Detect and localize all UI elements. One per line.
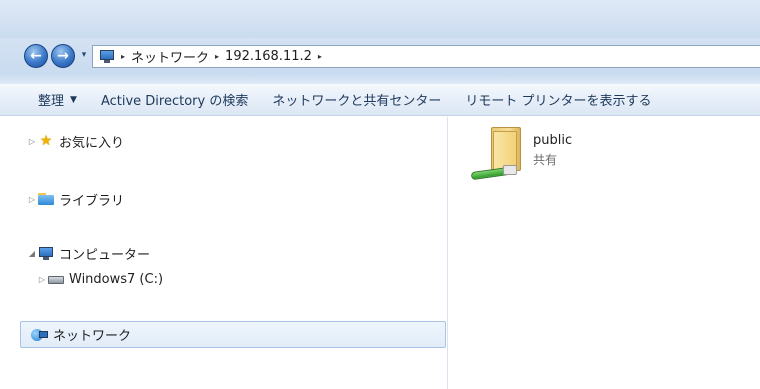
toolbar-spacer	[0, 74, 760, 84]
nav-item-label: ネットワーク	[53, 329, 132, 344]
nav-item-drive-c[interactable]: ▷ Windows7 (C:)	[37, 268, 163, 290]
network-icon	[31, 327, 49, 343]
nav-item-network[interactable]: ネットワーク	[20, 321, 446, 348]
breadcrumb-network[interactable]: ネットワーク	[131, 47, 209, 66]
computer-icon	[99, 50, 115, 63]
address-bar[interactable]: ▸ ネットワーク ▸ 192.168.11.2 ▸	[92, 45, 760, 68]
breadcrumb-separator-icon[interactable]: ▸	[215, 52, 219, 61]
folder-type: 共有	[533, 153, 558, 167]
network-center-label: ネットワークと共有センター	[272, 94, 442, 109]
computer-icon	[37, 245, 55, 261]
view-remote-printers-button[interactable]: リモート プリンターを表示する	[453, 84, 663, 116]
star-icon: ★	[39, 133, 53, 149]
active-directory-search-button[interactable]: Active Directory の検索	[89, 84, 260, 116]
nav-item-label: お気に入り	[59, 135, 125, 151]
address-row: ← → ▾ ▸ ネットワーク ▸ 192.168.11.2 ▸	[0, 38, 760, 74]
nav-item-computer[interactable]: ◢ コンピューター	[27, 242, 150, 264]
back-button[interactable]: ←	[24, 44, 48, 68]
command-bar: 整理 ▼ Active Directory の検索 ネットワークと共有センター …	[0, 84, 760, 116]
breadcrumb-separator-icon[interactable]: ▸	[318, 52, 322, 61]
chevron-down-icon: ▾	[81, 50, 87, 60]
folder-item-public[interactable]: public 共有	[470, 125, 611, 185]
breadcrumb-host[interactable]: 192.168.11.2	[225, 49, 312, 64]
organize-label: 整理	[38, 94, 65, 109]
window-titlebar	[0, 0, 760, 38]
nav-item-label: ライブラリ	[59, 193, 125, 209]
breadcrumb-separator-icon[interactable]: ▸	[121, 52, 125, 61]
organize-button[interactable]: 整理 ▼	[26, 84, 89, 116]
expand-arrow-icon[interactable]: ▷	[27, 195, 37, 204]
nav-item-libraries[interactable]: ▷ ライブラリ	[27, 188, 124, 210]
content-pane: public 共有	[449, 117, 760, 389]
folder-name: public	[533, 133, 573, 148]
collapse-arrow-icon[interactable]: ◢	[27, 249, 37, 258]
chevron-down-icon: ▼	[70, 94, 77, 105]
forward-arrow-icon: →	[57, 48, 69, 64]
network-sharing-center-button[interactable]: ネットワークと共有センター	[260, 84, 453, 116]
nav-item-label: Windows7 (C:)	[69, 271, 164, 287]
navigation-pane: ▷ ★ お気に入り ▷ ライブラリ ◢ コンピューター ▷ Windows7 (…	[0, 117, 448, 389]
back-arrow-icon: ←	[30, 48, 42, 64]
shared-folder-icon	[470, 125, 525, 185]
forward-button[interactable]: →	[51, 44, 75, 68]
remote-printers-label: リモート プリンターを表示する	[465, 94, 652, 109]
recent-pages-button[interactable]: ▾	[78, 48, 90, 62]
expand-arrow-icon[interactable]: ▷	[27, 137, 37, 146]
nav-item-favorites[interactable]: ▷ ★ お気に入り	[27, 130, 124, 152]
active-directory-label: Active Directory の検索	[100, 94, 249, 109]
drive-icon	[47, 271, 65, 287]
nav-item-label: コンピューター	[59, 247, 151, 263]
library-icon	[37, 191, 55, 207]
expand-arrow-icon[interactable]: ▷	[37, 275, 47, 284]
